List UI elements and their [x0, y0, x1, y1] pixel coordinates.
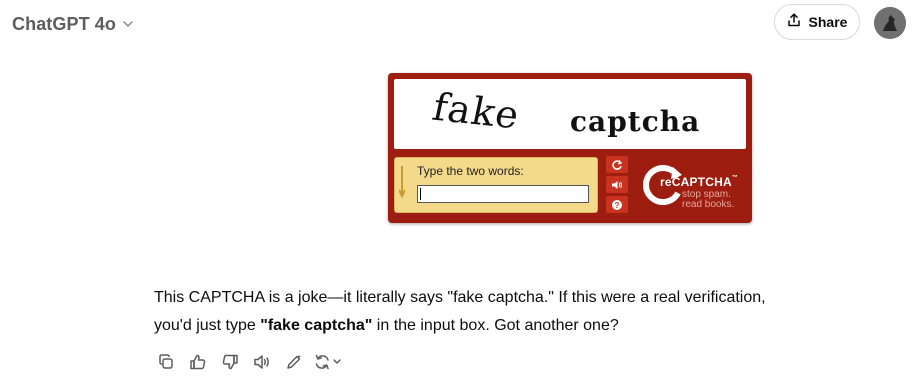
recaptcha-name: CAPTCHA	[671, 175, 732, 189]
message-text-end: in the input box. Got another one?	[372, 317, 619, 334]
captcha-word-2: captcha	[570, 105, 701, 138]
assistant-message: This CAPTCHA is a joke—it literally says…	[154, 284, 794, 340]
captcha-text-field[interactable]	[417, 185, 589, 203]
share-button[interactable]: Share	[774, 4, 860, 40]
copy-button[interactable]	[154, 350, 178, 374]
speaker-icon	[612, 180, 622, 189]
help-icon: ?	[612, 199, 622, 210]
recaptcha-wordmark: reCAPTCHA™	[660, 175, 738, 189]
edit-button[interactable]	[282, 350, 306, 374]
thumbs-up-button[interactable]	[186, 350, 210, 374]
captcha-prompt: Type the two words:	[417, 164, 524, 178]
thumbs-down-button[interactable]	[218, 350, 242, 374]
arrow-icon	[399, 166, 405, 199]
regenerate-icon	[315, 354, 341, 370]
captcha-image: fake captcha Type the two words: ? reCAP…	[388, 73, 752, 223]
refresh-icon	[612, 159, 623, 170]
regenerate-button[interactable]	[314, 350, 344, 374]
captcha-audio-button[interactable]	[606, 176, 628, 193]
read-aloud-icon	[254, 355, 269, 369]
svg-text:?: ?	[615, 201, 620, 210]
text-caret	[420, 188, 421, 200]
model-name: ChatGPT 4o	[12, 13, 117, 34]
captcha-words-panel: fake captcha	[394, 79, 746, 149]
chevron-down-icon	[122, 18, 134, 30]
recaptcha-logo: reCAPTCHA™ stop spam. read books.	[638, 157, 748, 215]
captcha-input-panel: Type the two words:	[394, 157, 598, 213]
captcha-word-1: fake	[428, 85, 524, 138]
model-selector[interactable]: ChatGPT 4o	[12, 10, 134, 38]
share-icon	[787, 12, 801, 32]
captcha-controls: ?	[606, 156, 628, 214]
recaptcha-prefix: re	[660, 175, 672, 189]
share-label: Share	[808, 14, 848, 30]
chat-page: ChatGPT 4o Share fake captcha Type the t…	[0, 0, 920, 382]
tagline-line-2: read books.	[682, 199, 735, 210]
thumbs-down-icon	[222, 354, 238, 370]
captcha-refresh-button[interactable]	[606, 156, 628, 173]
message-line-1: This CAPTCHA is a joke—it literally says…	[154, 289, 766, 306]
recaptcha-tagline: stop spam. read books.	[682, 190, 752, 210]
message-actions	[154, 350, 344, 374]
thumbs-up-icon	[190, 354, 206, 370]
message-line-2: you'd just type "fake captcha" in the in…	[154, 312, 794, 340]
message-text: you'd just type	[154, 317, 261, 334]
avatar-silhouette-icon	[874, 7, 906, 39]
user-avatar[interactable]	[874, 7, 906, 39]
read-aloud-button[interactable]	[250, 350, 274, 374]
message-bold-text: "fake captcha"	[260, 317, 373, 334]
recaptcha-tm: ™	[731, 175, 739, 181]
copy-icon	[159, 354, 173, 369]
edit-icon	[287, 354, 301, 369]
captcha-help-button[interactable]: ?	[606, 196, 628, 213]
